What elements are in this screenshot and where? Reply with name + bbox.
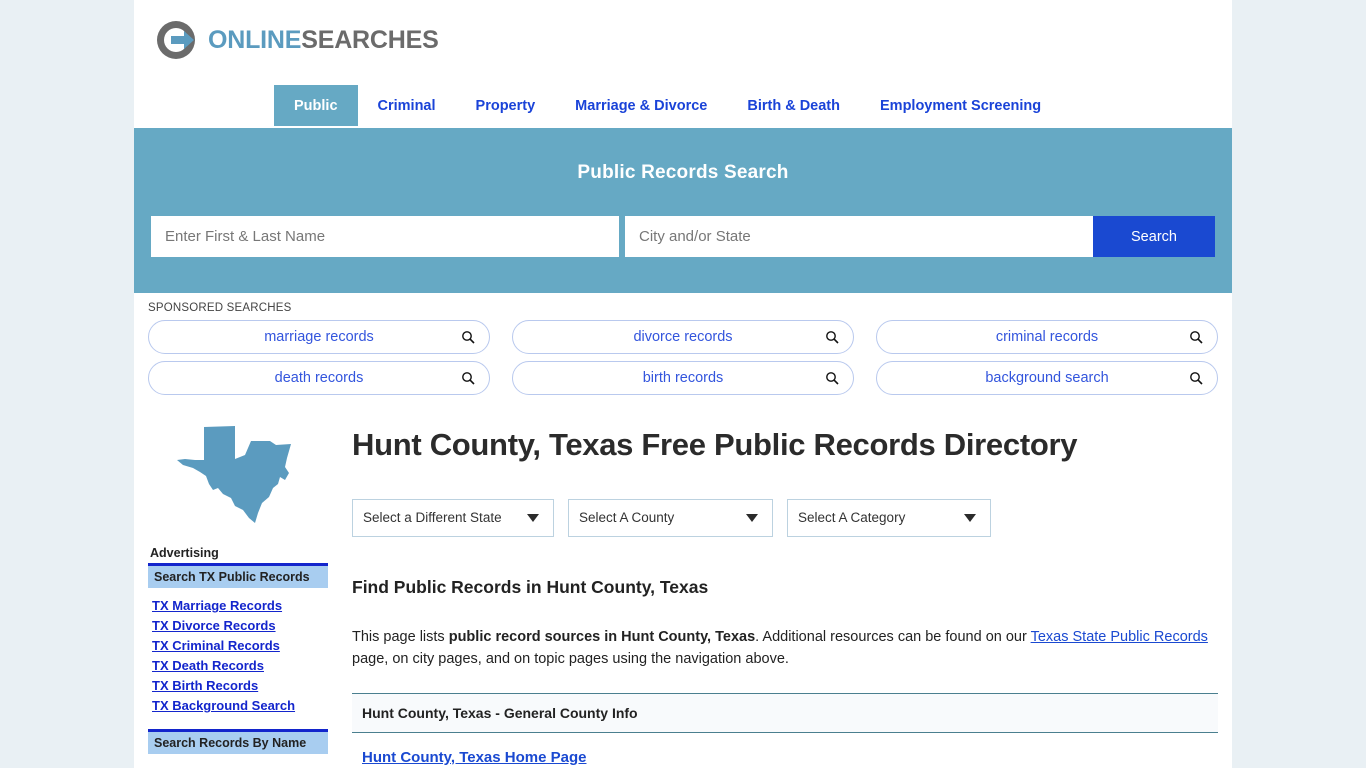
select-state-dropdown[interactable]: Select a Different State [352,498,554,537]
search-icon [826,331,839,344]
search-form: Search [151,216,1215,257]
search-icon [1190,331,1203,344]
select-county-dropdown[interactable]: Select A County [568,498,773,537]
sponsored-pill-death-records[interactable]: death records [148,361,490,395]
sponsored-pill-label: death records [274,370,364,386]
chevron-down-icon [964,513,976,522]
name-search-input[interactable] [151,216,619,257]
chevron-down-icon [746,513,758,522]
sponsored-row-2: death records birth records background s… [148,361,1218,395]
sponsored-pill-criminal-records[interactable]: criminal records [876,320,1218,354]
sponsored-pill-label: criminal records [995,329,1099,345]
select-category-dropdown[interactable]: Select A Category [787,498,991,537]
search-icon [462,331,475,344]
intro-text-3: page, on city pages, and on topic pages … [352,650,789,667]
sidebar-link-tx-divorce-records[interactable]: TX Divorce Records [152,618,328,633]
circle-arrow-icon [156,21,196,59]
select-category-label: Select A Category [798,510,906,526]
section-heading: Find Public Records in Hunt County, Texa… [352,576,709,597]
main-column: Hunt County, Texas Free Public Records D… [328,418,1218,766]
logo-text-online: ONLINE [208,25,302,54]
sponsored-pill-label: divorce records [633,329,733,345]
intro-text-2: . Additional resources can be found on o… [755,628,1031,645]
search-icon [1190,372,1203,385]
main-navigation: Public Criminal Property Marriage & Divo… [134,85,1232,128]
filter-dropdowns: Select a Different State Select A County… [352,498,1218,537]
intro-text-1: This page lists [352,628,449,645]
sponsored-pill-divorce-records[interactable]: divorce records [512,320,854,354]
page-container: ONLINESEARCHES Public Criminal Property … [134,0,1232,768]
chevron-down-icon [527,513,539,522]
tab-public[interactable]: Public [274,85,358,126]
tab-employment-screening[interactable]: Employment Screening [860,85,1061,126]
sponsored-row-1: marriage records divorce records crimina… [148,320,1218,354]
sponsored-searches-label: SPONSORED SEARCHES [148,302,292,314]
sidebar-link-tx-criminal-records[interactable]: TX Criminal Records [152,638,328,653]
general-county-info-header: Hunt County, Texas - General County Info [352,692,1218,733]
search-icon [826,372,839,385]
tab-property[interactable]: Property [456,85,556,126]
sidebar-link-tx-marriage-records[interactable]: TX Marriage Records [152,598,328,613]
site-logo[interactable]: ONLINESEARCHES [153,17,439,63]
logo-wordmark: ONLINESEARCHES [208,26,439,55]
tab-birth-death[interactable]: Birth & Death [727,85,860,126]
sidebar-box-header-search-by-name: Search Records By Name [148,729,328,754]
sidebar-box-header-tx-public-records: Search TX Public Records [148,563,328,588]
sidebar: Advertising Search TX Public Records TX … [148,418,328,766]
page-title: Hunt County, Texas Free Public Records D… [352,427,1078,462]
public-records-search-banner: Public Records Search Search [134,128,1232,293]
search-button[interactable]: Search [1093,216,1215,257]
city-state-search-input[interactable] [625,216,1093,257]
sponsored-pill-birth-records[interactable]: birth records [512,361,854,395]
site-header: ONLINESEARCHES [134,0,1232,85]
tab-criminal[interactable]: Criminal [358,85,456,126]
sponsored-pill-marriage-records[interactable]: marriage records [148,320,490,354]
sidebar-link-tx-background-search[interactable]: TX Background Search [152,698,328,713]
sponsored-pill-background-search[interactable]: background search [876,361,1218,395]
hunt-county-home-page-link[interactable]: Hunt County, Texas Home Page [352,749,1218,766]
content-area: Advertising Search TX Public Records TX … [134,402,1232,766]
intro-paragraph: This page lists public record sources in… [352,626,1218,670]
sponsored-searches: SPONSORED SEARCHES marriage records divo… [134,293,1232,395]
sponsored-pill-label: birth records [642,370,724,386]
sidebar-link-tx-death-records[interactable]: TX Death Records [152,658,328,673]
select-state-label: Select a Different State [363,510,502,526]
sponsored-pill-label: background search [985,370,1109,386]
search-icon [462,372,475,385]
logo-text-searches: SEARCHES [301,25,439,54]
banner-title: Public Records Search [577,162,789,183]
sidebar-link-list: TX Marriage Records TX Divorce Records T… [148,598,328,713]
intro-bold: public record sources in Hunt County, Te… [448,628,756,645]
sponsored-pill-label: marriage records [264,329,374,345]
texas-state-map-icon [177,426,291,523]
select-county-label: Select A County [579,510,675,526]
sidebar-link-tx-birth-records[interactable]: TX Birth Records [152,678,328,693]
texas-state-public-records-link[interactable]: Texas State Public Records [1031,629,1208,645]
advertising-label: Advertising [150,546,219,560]
tab-marriage-divorce[interactable]: Marriage & Divorce [555,85,727,126]
